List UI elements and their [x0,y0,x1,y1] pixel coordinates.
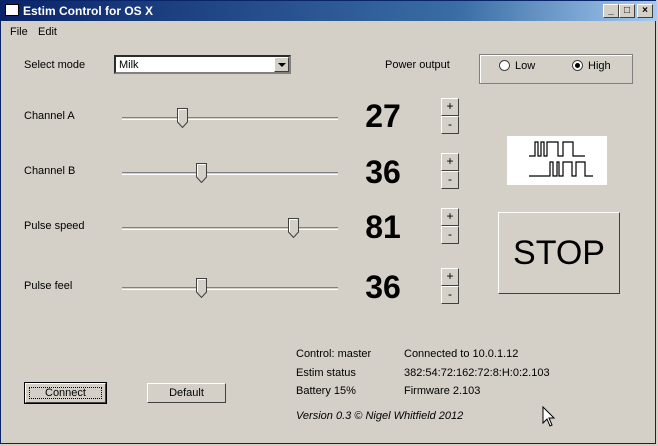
pulse-feel-label: Pulse feel [24,280,73,292]
app-window: Estim Control for OS X _ □ × File Edit S… [0,0,657,444]
channel-a-plus-button[interactable]: + [441,98,459,116]
connection-status: Connected to 10.0.1.12 [404,348,519,360]
estim-status-value: 382:54:72:162:72:8:H:0:2.103 [404,367,550,379]
pulse-speed-slider-track[interactable] [122,227,338,230]
power-output-label: Power output [385,59,450,71]
channel-b-plus-button[interactable]: + [441,153,459,171]
channel-b-slider-track[interactable] [122,172,338,175]
power-high-label: High [588,60,611,72]
menu-file[interactable]: File [10,26,28,38]
channel-a-slider-thumb[interactable] [177,108,189,128]
pulse-feel-value: 36 [365,269,401,305]
maximize-icon[interactable]: □ [619,4,635,18]
chevron-down-icon[interactable] [274,57,289,72]
pulse-feel-slider-track[interactable] [122,287,338,290]
battery-status: Battery 15% [296,385,356,397]
channel-a-label: Channel A [24,110,75,122]
mode-select-value: Milk [119,59,139,71]
channel-a-value: 27 [365,98,401,134]
pulse-speed-slider-thumb[interactable] [288,218,300,238]
pulse-feel-minus-button[interactable]: - [441,286,459,304]
title-bar[interactable]: Estim Control for OS X _ □ × [1,1,657,21]
connect-button[interactable]: Connect [24,382,107,404]
pulse-speed-minus-button[interactable]: - [441,226,459,244]
pulse-speed-plus-button[interactable]: + [441,208,459,226]
menu-bar: File Edit [1,23,657,41]
pulse-feel-plus-button[interactable]: + [441,268,459,286]
pulse-feel-slider-thumb[interactable] [195,278,207,298]
app-icon [5,4,19,16]
channel-b-slider-thumb[interactable] [195,163,207,183]
control-status: Control: master [296,348,372,360]
power-output-group: Low High [479,54,633,84]
select-mode-label: Select mode [24,59,86,71]
channel-b-value: 36 [365,154,401,190]
power-low-radio[interactable] [499,60,510,71]
estim-status-label: Estim status [296,367,356,379]
mouse-cursor-icon [542,405,556,431]
focus-ring [29,387,102,399]
channel-b-minus-button[interactable]: - [441,171,459,189]
menu-edit[interactable]: Edit [38,26,57,38]
window-title: Estim Control for OS X [23,4,154,18]
channel-a-slider-track[interactable] [122,117,338,120]
pulse-speed-label: Pulse speed [24,220,85,232]
power-low-label: Low [515,60,536,72]
close-icon[interactable]: × [637,4,653,18]
power-high-radio[interactable] [572,60,583,71]
stop-button[interactable]: STOP [498,212,620,294]
default-button[interactable]: Default [147,383,226,403]
version-text: Version 0.3 © Nigel Whitfield 2012 [296,410,464,422]
mode-select[interactable]: Milk [114,55,291,74]
channel-b-label: Channel B [24,165,76,177]
minimize-icon[interactable]: _ [603,4,619,18]
channel-a-minus-button[interactable]: - [441,116,459,134]
pulse-waveform-icon [507,136,607,185]
pulse-speed-value: 81 [365,209,401,245]
firmware-version: Firmware 2.103 [404,385,481,397]
